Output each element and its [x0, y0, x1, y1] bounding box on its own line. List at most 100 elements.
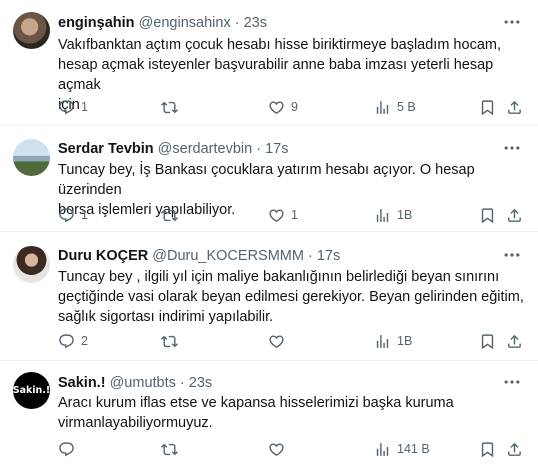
views-icon	[374, 99, 391, 116]
bookmark-icon	[479, 99, 496, 116]
reply-button[interactable]	[58, 439, 75, 459]
handle[interactable]: @enginsahinx	[139, 15, 231, 31]
display-name[interactable]: enginşahin	[58, 15, 135, 31]
action-bar: 2 1B	[58, 331, 528, 351]
separator-dot: ·	[307, 248, 313, 264]
bookmark-icon	[479, 441, 496, 458]
retweet-button[interactable]	[161, 97, 178, 117]
avatar[interactable]	[13, 246, 50, 283]
views-button[interactable]: 1B	[374, 331, 412, 351]
tweet[interactable]: Serdar Tevbin @serdartevbin · 17s Tuncay…	[0, 126, 538, 232]
retweet-icon	[161, 333, 178, 350]
retweet-button[interactable]	[161, 205, 178, 225]
timestamp[interactable]: 23s	[189, 375, 212, 391]
tweet-header: Sakin.! @umutbts · 23s	[58, 374, 212, 392]
reply-icon	[58, 99, 75, 116]
reply-button[interactable]: 1	[58, 205, 88, 225]
views-icon	[374, 333, 391, 350]
retweet-icon	[161, 441, 178, 458]
avatar-text: Sakin.!	[13, 385, 50, 396]
tweet-text: Tuncay bey , ilgili yıl için maliye baka…	[58, 267, 528, 327]
tweet-text-line: virmanlayabiliyormuyuz.	[58, 415, 213, 431]
separator-dot: ·	[234, 15, 240, 31]
tweet[interactable]: Duru KOÇER @Duru_KOCERSMMM · 17s Tuncay …	[0, 233, 538, 361]
action-bar: 141 B	[58, 439, 528, 459]
heart-icon	[268, 99, 285, 116]
views-button[interactable]: 1B	[374, 205, 412, 225]
reply-count: 2	[81, 334, 88, 348]
like-button[interactable]	[268, 331, 285, 351]
view-count: 1B	[397, 334, 413, 348]
tweet-text-line: hesap açmak isteyenler başvurabilir anne…	[58, 57, 494, 93]
retweet-button[interactable]	[161, 439, 178, 459]
share-button[interactable]	[506, 205, 523, 225]
tweet-text-line: sağlık sigortası indirimi yapılabilir.	[58, 309, 274, 325]
like-button[interactable]: 1	[268, 205, 298, 225]
reply-count: 1	[81, 208, 88, 222]
retweet-icon	[161, 207, 178, 224]
bookmark-button[interactable]	[479, 97, 496, 117]
reply-icon	[58, 333, 75, 350]
like-button[interactable]: 9	[268, 97, 298, 117]
tweet[interactable]: enginşahin @enginsahinx · 23s Vakıfbankt…	[0, 0, 538, 125]
bookmark-button[interactable]	[479, 205, 496, 225]
timestamp[interactable]: 23s	[244, 15, 267, 31]
more-icon[interactable]	[502, 372, 522, 392]
action-bar: 1 9 5 B	[58, 97, 528, 117]
share-icon	[506, 207, 523, 224]
bookmark-icon	[479, 333, 496, 350]
reply-count: 1	[81, 100, 88, 114]
share-button[interactable]	[506, 439, 523, 459]
share-button[interactable]	[506, 97, 523, 117]
tweet[interactable]: Sakin.! Sakin.! @umutbts · 23s Aracı kur…	[0, 362, 538, 464]
view-count: 1B	[397, 208, 413, 222]
like-count: 1	[291, 208, 298, 222]
more-icon[interactable]	[502, 12, 522, 32]
tweet-text-line: geçtiğinde vasi olarak beyan edilmesi ge…	[58, 289, 524, 305]
timestamp[interactable]: 17s	[317, 248, 340, 264]
tweet-text-line: Aracı kurum iflas etse ve kapansa hissel…	[58, 395, 454, 411]
tweet-header: Duru KOÇER @Duru_KOCERSMMM · 17s	[58, 247, 340, 265]
bookmark-button[interactable]	[479, 439, 496, 459]
views-icon	[374, 207, 391, 224]
like-button[interactable]	[268, 439, 285, 459]
more-icon[interactable]	[502, 138, 522, 158]
reply-icon	[58, 441, 75, 458]
heart-icon	[268, 333, 285, 350]
display-name[interactable]: Duru KOÇER	[58, 248, 148, 264]
display-name[interactable]: Serdar Tevbin	[58, 141, 154, 157]
heart-icon	[268, 441, 285, 458]
handle[interactable]: @Duru_KOCERSMMM	[152, 248, 304, 264]
share-button[interactable]	[506, 331, 523, 351]
action-bar: 1 1 1B	[58, 205, 528, 225]
reply-button[interactable]: 1	[58, 97, 88, 117]
more-icon[interactable]	[502, 245, 522, 265]
avatar[interactable]	[13, 139, 50, 176]
share-icon	[506, 333, 523, 350]
views-button[interactable]: 5 B	[374, 97, 416, 117]
handle[interactable]: @serdartevbin	[158, 141, 253, 157]
views-icon	[374, 441, 391, 458]
separator-dot: ·	[256, 141, 262, 157]
view-count: 5 B	[397, 100, 416, 114]
share-icon	[506, 99, 523, 116]
views-button[interactable]: 141 B	[374, 439, 430, 459]
tweet-text: Aracı kurum iflas etse ve kapansa hissel…	[58, 393, 528, 433]
reply-icon	[58, 207, 75, 224]
tweet-text-line: Vakıfbanktan açtım çocuk hesabı hisse bi…	[58, 37, 501, 53]
tweet-header: Serdar Tevbin @serdartevbin · 17s	[58, 140, 288, 158]
handle[interactable]: @umutbts	[110, 375, 176, 391]
like-count: 9	[291, 100, 298, 114]
avatar[interactable]: Sakin.!	[13, 372, 50, 409]
tweet-header: enginşahin @enginsahinx · 23s	[58, 14, 267, 32]
bookmark-icon	[479, 207, 496, 224]
reply-button[interactable]: 2	[58, 331, 88, 351]
timestamp[interactable]: 17s	[265, 141, 288, 157]
tweet-text-line: Tuncay bey , ilgili yıl için maliye baka…	[58, 269, 500, 285]
view-count: 141 B	[397, 442, 430, 456]
avatar[interactable]	[13, 12, 50, 49]
tweet-text-line: Tuncay bey, İş Bankası çocuklara yatırım…	[58, 162, 475, 198]
retweet-button[interactable]	[161, 331, 178, 351]
bookmark-button[interactable]	[479, 331, 496, 351]
display-name[interactable]: Sakin.!	[58, 375, 106, 391]
